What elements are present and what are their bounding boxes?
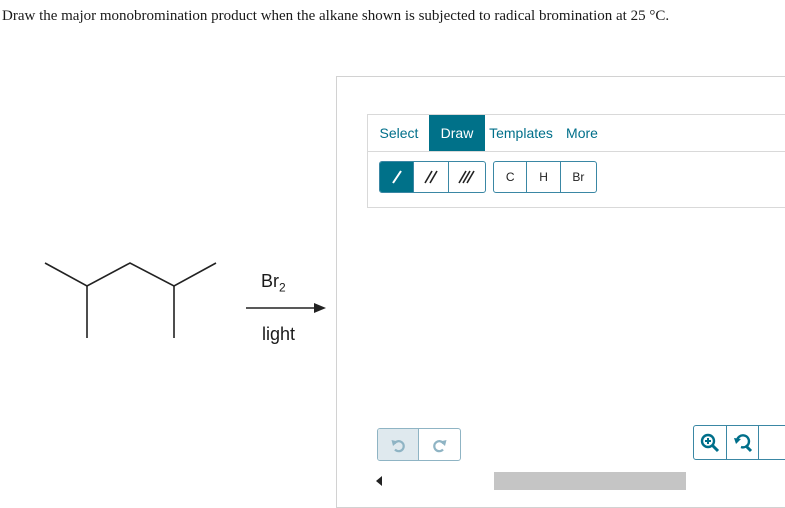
alkane-skeletal-structure [44,262,217,338]
reaction-arrow [246,303,326,313]
double-bond-button[interactable] [414,162,449,192]
scroll-left-arrow-icon[interactable] [374,474,384,488]
reagent-symbol: Br [261,271,279,291]
atom-tool-group: C H Br [493,161,597,193]
carbon-chain [44,262,217,287]
carbon-atom-button[interactable]: C [494,162,528,192]
triple-bond-button[interactable] [449,162,485,192]
menu-select[interactable]: Select [376,115,422,151]
zoom-controls [693,425,785,460]
menu-draw[interactable]: Draw [429,115,485,151]
editor-menu-bar: Select Draw Templates More [368,115,785,152]
single-bond-icon [391,170,402,184]
editor-toolbar: Select Draw Templates More C H Br [367,114,785,208]
menu-templates[interactable]: Templates [488,115,554,151]
triple-bond-icon [458,170,475,184]
undo-redo-group [377,428,461,461]
redo-icon [432,439,446,452]
reagent-subscript: 2 [279,280,286,295]
zoom-out-button[interactable] [759,426,785,459]
zoom-reset-button[interactable] [727,426,760,459]
menu-more[interactable]: More [562,115,602,151]
zoom-in-icon [700,433,719,452]
hydrogen-atom-button[interactable]: H [527,162,561,192]
undo-icon [391,439,405,452]
horizontal-scrollbar-thumb[interactable] [494,472,686,490]
redo-button[interactable] [419,429,460,460]
condition-label: light [262,324,296,344]
bond-tool-group [379,161,486,193]
undo-button[interactable] [378,429,420,460]
zoom-reset-icon [733,433,752,452]
zoom-in-button[interactable] [694,426,727,459]
reagent-label: Br2 [261,271,286,295]
double-bond-icon [424,170,438,184]
question-text: Draw the major monobromination product w… [2,8,670,24]
bromine-atom-button[interactable]: Br [561,162,596,192]
single-bond-button[interactable] [380,162,415,192]
